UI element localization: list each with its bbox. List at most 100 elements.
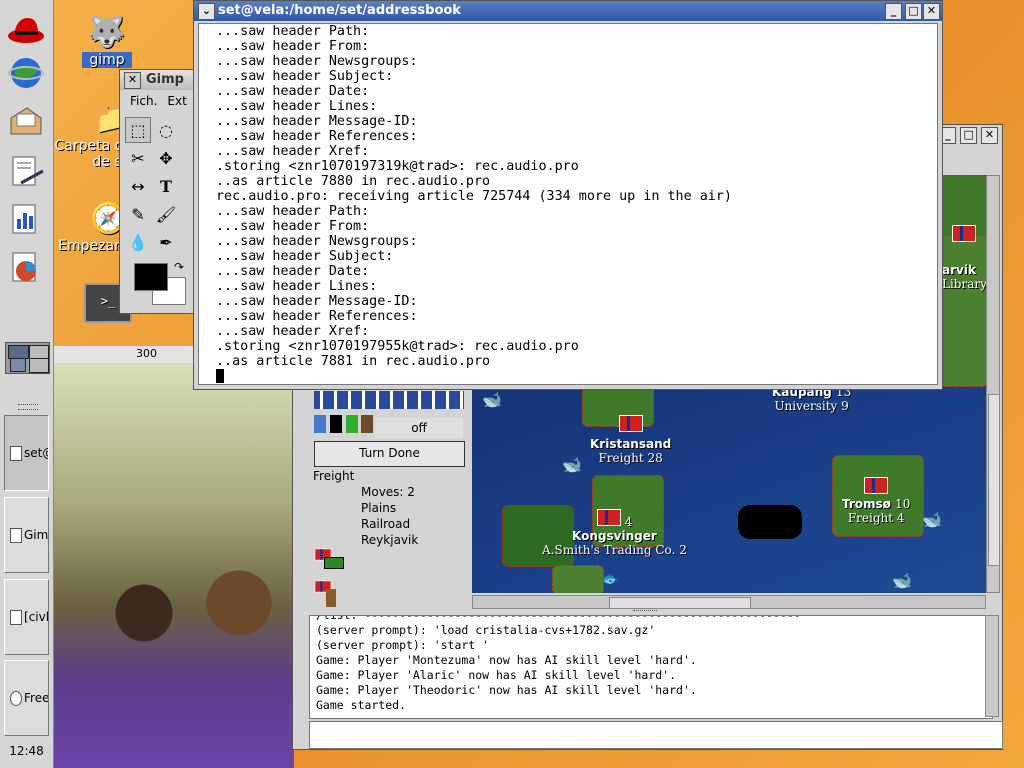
terminal-line: .storing <znr1070197955k@trad>: rec.audi… [216, 339, 579, 354]
terminal-line: ...saw header Xref: [216, 144, 370, 159]
city-kongsvinger[interactable]: 4 Kongsvinger A.Smith's Trading Co. 2 [542, 509, 687, 557]
writer-icon[interactable] [4, 150, 48, 192]
gimp-toolbox-window: ✕ Gimp Fich. Ext ⬚ ◌ ✂ ✥ ↔ T ✎ 🖌 💧 ✒ ↷ [119, 69, 199, 314]
city-kristansand[interactable]: Kristansand Freight 28 [590, 415, 671, 465]
terminal-line: ...saw header Lines: [216, 279, 378, 294]
window-menu-button[interactable]: ✕ [124, 72, 141, 89]
desktop-folder[interactable]: 📁 Carpeta d de s [54, 100, 131, 170]
flip-tool-icon[interactable]: ↔ [125, 173, 151, 199]
close-button[interactable]: ✕ [981, 127, 998, 144]
mail-icon[interactable] [4, 100, 48, 142]
city-tromso[interactable]: Tromsø 10 Freight 4 [842, 477, 910, 525]
terminal-line: ...saw header Newsgroups: [216, 54, 418, 69]
close-button[interactable]: ✕ [923, 3, 940, 20]
desktop-start-here[interactable]: 🧭 Empezar [54, 200, 127, 254]
terminal-line: .storing <znr1070197319k@trad>: rec.audi… [216, 159, 579, 174]
tasklist-handle[interactable] [18, 404, 38, 410]
log-line: Game: Player 'Montezuma' now has AI skil… [316, 653, 697, 667]
terminal-task-icon [10, 445, 22, 461]
ellipse-select-tool-icon[interactable]: ◌ [153, 117, 179, 143]
city-narvik[interactable]: arvik Library [942, 263, 986, 291]
pager-window-thumb [10, 358, 26, 372]
city-name: Kristansand [590, 437, 672, 451]
menu-extensions[interactable]: Ext [167, 94, 186, 108]
message-log[interactable]: /list: ---------------------------------… [309, 615, 993, 719]
task-label: set@ [24, 446, 48, 460]
terminal-line: ...saw header Xref: [216, 324, 370, 339]
pager-workspace-1[interactable] [8, 345, 29, 359]
map-vscroll-thumb[interactable] [988, 394, 1000, 566]
city-flag-icon [618, 415, 643, 432]
terminal-line: ...saw header Newsgroups: [216, 234, 418, 249]
web-browser-icon[interactable] [4, 52, 48, 94]
scissors-tool-icon[interactable]: ✂ [125, 145, 151, 171]
city-production: Freight 4 [847, 511, 905, 525]
task-civ-server[interactable]: [civl [4, 579, 49, 655]
desktop-icon-label: Carpeta d [54, 138, 124, 154]
map-horizontal-scrollbar[interactable] [472, 595, 986, 609]
terminal-line: ..as article 7880 in rec.audio.pro [216, 174, 491, 189]
ink-tool-icon[interactable]: ✒ [153, 229, 179, 255]
active-unit-freight-icon[interactable] [314, 548, 344, 577]
terminal-line: ...saw header From: [216, 39, 370, 54]
city-name: arvik [942, 263, 976, 277]
whale-icon: 🐋 [922, 510, 942, 529]
task-label: Gim [24, 528, 49, 542]
terminal-line: ...saw header Path: [216, 204, 370, 219]
task-gimp[interactable]: Gim [4, 497, 49, 573]
redhat-menu-icon[interactable] [4, 8, 48, 50]
pager-workspace-2[interactable] [29, 345, 49, 359]
spreadsheet-icon[interactable] [4, 198, 48, 240]
city-production: A.Smith's Trading Co. 2 [542, 543, 687, 557]
map-hscroll-thumb[interactable] [609, 597, 751, 609]
log-line: (server prompt): 'start ' [316, 638, 490, 652]
workspace-pager[interactable] [5, 342, 50, 374]
terminal-line: ...saw header Message-ID: [216, 114, 418, 129]
window-menu-button[interactable]: ⌄ [198, 3, 215, 20]
maximize-button[interactable]: □ [960, 127, 978, 144]
log-line: Game: Player 'Theodoric' now has AI skil… [316, 683, 697, 697]
terminal-text: ...saw header Path: ...saw header From:..… [199, 24, 937, 384]
paintbrush-tool-icon[interactable]: 🖌 [153, 201, 179, 227]
log-line: Game started. [316, 698, 407, 712]
terminal-output[interactable]: ...saw header Path: ...saw header From:..… [198, 23, 938, 385]
move-tool-icon[interactable]: ✥ [153, 145, 179, 171]
gimp-image-canvas[interactable] [54, 363, 294, 768]
task-freeciv[interactable]: Free [4, 660, 49, 736]
terminal-line: ...saw header From: [216, 219, 370, 234]
unit-name: Freight [313, 469, 355, 483]
unit-home-city: Reykjavik [361, 533, 419, 547]
terminal-titlebar[interactable]: ⌄ set@vela:/home/set/addressbook _ □ ✕ [194, 1, 942, 21]
desktop-gimp[interactable]: 🐺 gimp [82, 14, 132, 68]
log-vertical-scrollbar[interactable] [985, 615, 999, 717]
gimp-ruler[interactable]: 300 [54, 346, 194, 364]
turn-done-button[interactable]: Turn Done [314, 441, 465, 467]
map-vertical-scrollbar[interactable] [986, 175, 1000, 593]
terminal-line: ..as article 7881 in rec.audio.pro [216, 354, 491, 369]
chat-input[interactable] [309, 721, 1003, 749]
pager-workspace-4[interactable] [29, 358, 49, 373]
pencil-tool-icon[interactable]: ✎ [125, 201, 151, 227]
foreground-color-swatch-front[interactable] [134, 263, 168, 291]
terminal-line: ...saw header Subject: [216, 249, 394, 264]
swap-colors-icon[interactable]: ↷ [174, 260, 184, 274]
task-label: Free [24, 691, 49, 705]
citizens-icon [314, 391, 464, 409]
text-tool-icon[interactable]: T [153, 173, 179, 199]
city-size: 10 [895, 497, 911, 511]
minimize-button[interactable]: _ [885, 3, 902, 20]
terminal-window: ⌄ set@vela:/home/set/addressbook _ □ ✕ .… [193, 0, 943, 390]
task-terminal[interactable]: set@ [4, 415, 49, 491]
maximize-button[interactable]: □ [905, 3, 922, 20]
clock[interactable]: 12:48 [0, 744, 53, 758]
rect-select-tool-icon[interactable]: ⬚ [125, 117, 151, 143]
supported-unit-icon[interactable] [314, 580, 344, 611]
gimp-titlebar[interactable]: ✕ Gimp [120, 70, 198, 90]
terminal-line: ...saw header Path: [216, 24, 370, 39]
menu-file[interactable]: Fich. [130, 94, 157, 108]
blur-tool-icon[interactable]: 💧 [125, 229, 151, 255]
city-production: Library [942, 277, 986, 291]
whale-icon: 🐋 [562, 455, 582, 474]
presentation-icon[interactable] [4, 246, 48, 288]
unit-icon-row [314, 391, 464, 415]
